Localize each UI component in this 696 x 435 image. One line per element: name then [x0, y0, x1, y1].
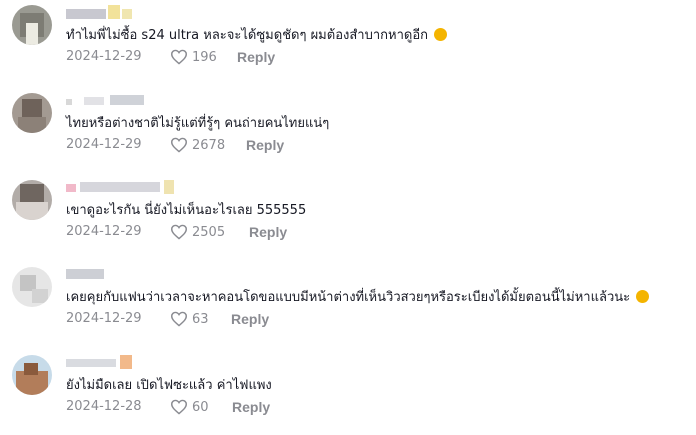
like-button[interactable]: 60 [170, 397, 209, 417]
reply-button[interactable]: Reply [237, 49, 275, 65]
heart-icon [170, 311, 188, 327]
comment-item: ทำไมพี่ไม่ซื้อ s24 ultra หละจะได้ซูมดูชั… [0, 5, 696, 85]
heart-icon [170, 137, 188, 153]
reply-button[interactable]: Reply [231, 311, 269, 327]
like-button[interactable]: 196 [170, 47, 217, 67]
comment-text: ยังไม่มืดเลย เปิดไฟซะแล้ว ค่าไฟแพง [66, 378, 272, 393]
avatar[interactable] [12, 267, 52, 307]
avatar[interactable] [12, 355, 52, 395]
comment-date: 2024-12-29 [66, 224, 142, 239]
like-button[interactable]: 63 [170, 309, 209, 329]
comment-date: 2024-12-29 [66, 311, 142, 326]
heart-icon [170, 399, 188, 415]
avatar[interactable] [12, 5, 52, 45]
like-button[interactable]: 2505 [170, 222, 225, 242]
like-count: 2678 [192, 137, 226, 153]
like-count: 60 [192, 399, 209, 415]
like-button[interactable]: 2678 [170, 135, 225, 155]
heart-icon [170, 49, 188, 65]
comment-date: 2024-12-29 [66, 49, 142, 64]
comment-text: เคยคุยกับแฟนว่าเวลาจะหาคอนโดขอแบบมีหน้าต… [66, 289, 650, 307]
comment-date: 2024-12-29 [66, 137, 142, 152]
reply-button[interactable]: Reply [246, 137, 284, 153]
heart-icon [170, 224, 188, 240]
comment-date: 2024-12-28 [66, 399, 142, 414]
comment-text: ทำไมพี่ไม่ซื้อ s24 ultra หละจะได้ซูมดูชั… [66, 27, 448, 45]
avatar[interactable] [12, 180, 52, 220]
comment-text: เขาดูอะไรกัน นี่ยังไม่เห็นอะไรเลย 555555 [66, 203, 307, 218]
comment-text: ไทยหรือต่างชาติไม่รู้แต่ที่รู้ๆ คนถ่ายคน… [66, 116, 330, 131]
comment-item: เขาดูอะไรกัน นี่ยังไม่เห็นอะไรเลย 555555… [0, 180, 696, 260]
comment-item: เคยคุยกับแฟนว่าเวลาจะหาคอนโดขอแบบมีหน้าต… [0, 267, 696, 347]
reply-button[interactable]: Reply [232, 399, 270, 415]
reply-button[interactable]: Reply [249, 224, 287, 240]
avatar[interactable] [12, 93, 52, 133]
joy-face-emoji [434, 28, 448, 41]
like-count: 2505 [192, 224, 226, 240]
comment-item: ยังไม่มืดเลย เปิดไฟซะแล้ว ค่าไฟแพง 2024-… [0, 355, 696, 435]
like-count: 196 [192, 49, 217, 65]
rofl-face-emoji [636, 290, 650, 303]
like-count: 63 [192, 311, 209, 327]
comment-item: ไทยหรือต่างชาติไม่รู้แต่ที่รู้ๆ คนถ่ายคน… [0, 93, 696, 173]
